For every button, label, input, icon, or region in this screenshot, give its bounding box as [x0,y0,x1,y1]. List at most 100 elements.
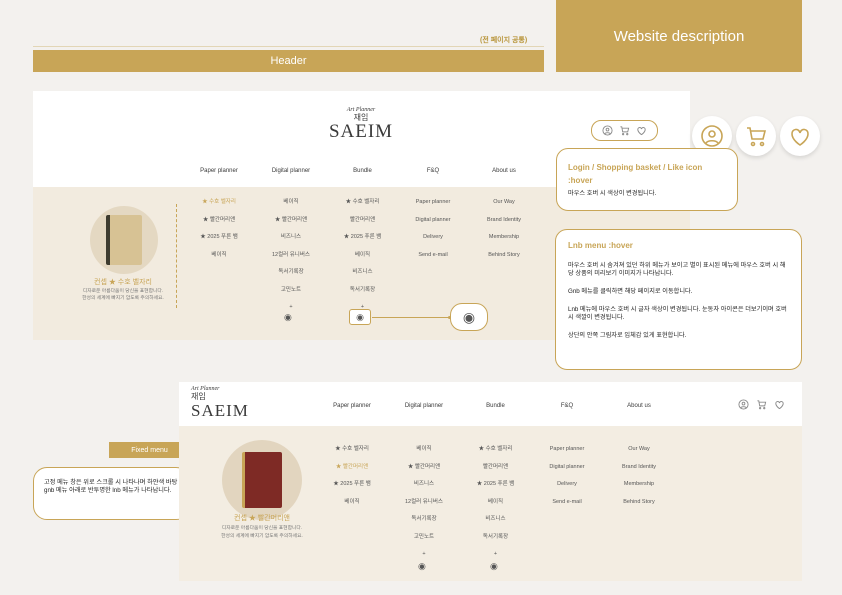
lnb-item[interactable]: 비즈니스 [255,232,327,250]
cart-icon[interactable] [619,125,630,136]
lnb-bundle: ★ 수호 벨자리 빨간머리앤 ★ 2025 푸른 뱀 베이직 비즈니스 독서기록… [460,444,531,567]
lnb-item[interactable]: 베이직 [327,250,398,268]
logo[interactable]: Art Planner 재임 SAEIM [191,386,251,421]
logo-name: SAEIM [191,401,249,420]
lnb-item[interactable]: Digital planner [398,215,468,233]
lnb-item[interactable]: 독서기록장 [460,532,531,550]
lnb-item[interactable]: Delivery [531,479,603,497]
lnb-about-us: Our Way Brand Identity Membership Behind… [603,444,675,514]
lnb-item[interactable]: ★ 빨간머리앤 [316,462,388,480]
lnb-item[interactable]: 빨간머리앤 [460,462,531,480]
common-note: (전 페이지 공통) [480,37,528,44]
gnb-about-us[interactable]: About us [468,168,540,174]
lnb-paper-planner: ★ 수호 벨자리 ★ 빨간머리앤 ★ 2025 푸른 뱀 베이직 [183,197,255,267]
eye-icon[interactable]: ◉ [349,309,371,325]
lnb-item[interactable]: 베이직 [183,250,255,268]
callout-fixed-menu: 고정 메뉴 창은 위로 스크롤 시 나타나며 하얀색 바탕 gnb 메뉴 아래로… [33,467,190,520]
gnb-digital-planner[interactable]: Digital planner [255,168,327,174]
callout-body: Gnb 메뉴를 클릭하면 해당 페이지로 이동합니다. [568,288,693,295]
cart-icon[interactable] [736,116,776,156]
gnb-digital-planner[interactable]: Digital planner [388,403,460,409]
lnb-item[interactable]: 독서기록장 [388,514,460,532]
lnb-item[interactable]: ★ 빨간머리앤 [183,215,255,233]
lnb-item[interactable]: Brand Identity [468,215,540,233]
gnb-bundle[interactable]: Bundle [327,168,398,174]
callout-body: 상단의 안쪽 그림자로 입체감 있게 표현합니다. [568,332,687,339]
lnb-item[interactable]: 베이직 [316,497,388,515]
eye-icon[interactable]: ◉ [418,561,426,572]
lnb-item[interactable]: 12컬러 유니버스 [255,250,327,268]
product-preview-circle [222,440,302,520]
lnb-item[interactable]: ★ 2025 푸른 뱀 [460,479,531,497]
lnb-item[interactable]: ★ 빨간머리앤 [255,215,327,233]
lnb-item[interactable]: Digital planner [531,462,603,480]
lnb-item[interactable]: ★ 2025 푸른 뱀 [327,232,398,250]
heart-icon[interactable] [774,399,785,410]
product-preview-circle [90,206,158,274]
gnb-paper-planner[interactable]: Paper planner [183,168,255,174]
lnb-digital-planner: 베이직 ★ 빨간머리앤 비즈니스 12컬러 유니버스 독서기록장 고민노트 + [388,444,460,567]
eye-icon[interactable]: ◉ [490,561,498,572]
gnb-about-us[interactable]: About us [603,403,675,409]
lnb-item[interactable]: Membership [603,479,675,497]
gnb-menu: Paper planner Digital planner Bundle F&Q… [183,168,540,174]
lnb-item[interactable]: 고민노트 [388,532,460,550]
lnb-item[interactable]: Paper planner [398,197,468,215]
user-icon[interactable] [602,125,613,136]
logo[interactable]: Art Planner 재임 SAEIM [321,107,401,142]
lnb-item[interactable]: 고민노트 [255,285,327,303]
lnb-item[interactable]: 베이직 [388,444,460,462]
lnb-item[interactable]: 12컬러 유니버스 [388,497,460,515]
lnb-item[interactable]: ★ 빨간머리앤 [388,462,460,480]
eye-icon[interactable]: ◉ [284,312,292,323]
lnb-item[interactable]: Delivery [398,232,468,250]
logo-name: SAEIM [328,121,394,142]
heart-icon[interactable] [636,125,647,136]
lnb-item[interactable]: 베이직 [460,497,531,515]
callout-login-hover: Login / Shopping basket / Like icon :hov… [556,148,738,211]
lnb-item[interactable]: ★ 2025 푸른 뱀 [316,479,388,497]
lnb-item[interactable]: 독서기록장 [255,267,327,285]
lnb-item[interactable]: 비즈니스 [327,267,398,285]
callout-lnb-hover: Lnb menu :hover 마우스 호버 시 숨겨져 있던 하위 메뉴가 보… [555,229,802,370]
product-preview-image [106,215,142,265]
user-icon[interactable] [738,399,749,410]
gnb-fnq[interactable]: F&Q [531,403,603,409]
lnb-item[interactable]: ★ 수호 벨자리 [460,444,531,462]
gnb-bundle[interactable]: Bundle [460,403,531,409]
lnb-item[interactable]: Send e-mail [398,250,468,268]
product-preview-desc-2: 한성의 세계에 빠지기 암도록 주의하세요. [82,296,164,301]
cart-icon[interactable] [756,399,767,410]
lnb-item[interactable]: 비즈니스 [460,514,531,532]
lnb-item[interactable]: 베이직 [255,197,327,215]
lnb-about-us: Our Way Brand Identity Membership Behind… [468,197,540,267]
fixed-menu-mockup: Art Planner 재임 SAEIM Paper planner Digit… [179,382,802,581]
lnb-item[interactable]: Membership [468,232,540,250]
lnb-paper-planner: ★ 수호 벨자리 ★ 빨간머리앤 ★ 2025 푸른 뱀 베이직 [316,444,388,514]
product-preview-desc-2: 한성의 세계에 빠지기 암도록 주의하세요. [221,534,303,539]
gnb-fnq[interactable]: F&Q [398,168,468,174]
lnb-fnq: Paper planner Digital planner Delivery S… [398,197,468,267]
eye-icon[interactable]: ◉ [450,303,488,331]
lnb-item[interactable]: ★ 수호 벨자리 [316,444,388,462]
lnb-item[interactable]: ★ 2025 푸른 뱀 [183,232,255,250]
lnb-item[interactable]: 비즈니스 [388,479,460,497]
product-preview-desc-1: 디자로운 아름다움이 당신을 표현합니다. [221,526,303,531]
lnb-fnq: Paper planner Digital planner Delivery S… [531,444,603,514]
callout-title: Login / Shopping basket / Like icon :hov… [568,163,703,185]
lnb-item[interactable]: Behind Story [468,250,540,268]
lnb-item[interactable]: Our Way [603,444,675,462]
heart-icon[interactable] [780,116,820,156]
lnb-item[interactable]: Paper planner [531,444,603,462]
lnb-item[interactable]: Send e-mail [531,497,603,515]
lnb-item[interactable]: Our Way [468,197,540,215]
lnb-item[interactable]: ★ 수호 벨자리 [183,197,255,215]
lnb-item[interactable]: 독서기록장 [327,285,398,303]
lnb-item[interactable]: Behind Story [603,497,675,515]
gnb-menu: Paper planner Digital planner Bundle F&Q… [316,403,675,409]
lnb-item[interactable]: Brand Identity [603,462,675,480]
website-description-label: Website description [556,0,802,72]
gnb-paper-planner[interactable]: Paper planner [316,403,388,409]
lnb-item[interactable]: 빨간머리앤 [327,215,398,233]
lnb-item[interactable]: ★ 수호 벨자리 [327,197,398,215]
